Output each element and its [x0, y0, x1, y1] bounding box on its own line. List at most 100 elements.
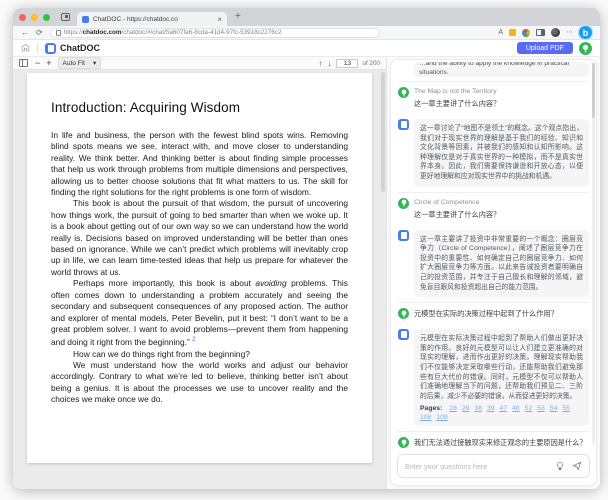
lock-icon	[56, 30, 61, 36]
window-zoom-button[interactable]	[43, 14, 50, 21]
extension-yellow-icon[interactable]	[509, 29, 516, 36]
chat-question: 我们无法通过接触现实来修正观念的主要原因是什么？	[398, 431, 589, 449]
chat-answer-partial: …and the ability to apply the knowledge …	[414, 62, 589, 77]
reading-mode-icon[interactable]: A	[498, 29, 503, 37]
zoom-mode-dropdown[interactable]: Auto Fit ▾	[58, 57, 102, 69]
document-paragraph: Perhaps more importantly, this book is a…	[51, 278, 348, 348]
document-paragraph: We must understand how the world works a…	[51, 360, 348, 406]
chat-scrollbar[interactable]	[592, 63, 595, 445]
page-total-label: of 200	[362, 60, 380, 67]
tab-overview-icon[interactable]	[61, 13, 70, 21]
page-link[interactable]: 109	[436, 414, 447, 421]
chevron-down-icon: ▾	[93, 59, 96, 67]
chatdoc-bot-icon	[398, 119, 409, 130]
page-link[interactable]: 28	[449, 405, 457, 412]
lightbulb-avatar-icon[interactable]	[579, 42, 592, 55]
chat-pane: …and the ability to apply the knowledge …	[387, 57, 600, 489]
url-host: chatdoc.com	[83, 29, 122, 36]
browser-profile-badge[interactable]: b	[579, 26, 592, 39]
profile-avatar[interactable]	[551, 28, 560, 37]
previous-page-button[interactable]: ↑	[318, 59, 322, 68]
document-paragraph: In life and business, the person with th…	[51, 130, 348, 198]
question-text: 元模型在实际的决策过程中起到了什么作用？	[414, 309, 589, 319]
page-link[interactable]: 29	[462, 405, 470, 412]
window-minimize-button[interactable]	[31, 14, 38, 21]
footnote-link[interactable]: 2	[192, 337, 195, 343]
chat-question: Circle of Competence 这一章主要讲了什么内容？	[398, 192, 589, 225]
browser-window: ChatDOC - https://chatdoc.co × + ← ⟳ htt…	[13, 8, 600, 489]
pdf-scrollbar[interactable]	[381, 72, 385, 192]
page-link[interactable]: 53	[537, 405, 545, 412]
address-bar[interactable]: https://chatdoc.com/chatdoc/#/chat/5a607…	[50, 28, 380, 38]
answer-text: 这一章主要讲了投资中非常重要的一个概念：圈层竞争力（Circle of Comp…	[420, 235, 583, 293]
page-number-input[interactable]	[336, 59, 358, 68]
url-scheme: https://	[64, 29, 83, 36]
page-link[interactable]: 108	[420, 414, 431, 421]
answer-pages: Pages: 28 29 38 39 47 48 52 53 54 55 108 109	[420, 405, 583, 421]
answer-text: 元模型在实际决策过程中起到了帮助人们做出更好决策的作用。良好的元模型可以让人们建…	[420, 334, 583, 401]
zoom-out-button[interactable]: −	[35, 59, 40, 68]
zoom-mode-value: Auto Fit	[63, 60, 85, 67]
tab-favicon	[82, 16, 89, 23]
question-lightbulb-icon	[398, 308, 409, 319]
browser-toolbar: ← ⟳ https://chatdoc.com/chatdoc/#/chat/5…	[13, 26, 600, 40]
pdf-viewport[interactable]: Introduction: Acquiring Wisdom In life a…	[13, 70, 386, 489]
browser-extension-icons: A ⋯ b	[498, 26, 592, 39]
question-text: 这一章主要讲了什么内容？	[414, 210, 589, 220]
question-text: 这一章主要讲了什么内容？	[414, 99, 589, 109]
pdf-toolbar: − + Auto Fit ▾ ↑ ↓ of 200	[13, 57, 386, 70]
tab-title: ChatDOC - https://chatdoc.co	[93, 16, 213, 23]
chat-answer: 这一章主要讲了投资中非常重要的一个概念：圈层竞争力（Circle of Comp…	[398, 225, 589, 303]
pdf-pane: − + Auto Fit ▾ ↑ ↓ of 200 Introduction: …	[13, 57, 387, 489]
chat-input-area	[391, 449, 596, 485]
suggest-lightbulb-icon[interactable]	[555, 461, 565, 471]
send-icon[interactable]	[572, 461, 582, 471]
pdf-page: Introduction: Acquiring Wisdom In life a…	[27, 73, 372, 463]
question-input[interactable]	[405, 462, 548, 471]
next-page-button[interactable]: ↓	[327, 59, 331, 68]
chat-answer: 元模型在实际决策过程中起到了帮助人们做出更好决策的作用。良好的元模型可以让人们建…	[398, 324, 589, 431]
side-panel-icon[interactable]	[536, 29, 545, 36]
reload-icon[interactable]: ⟳	[36, 28, 43, 37]
page-link[interactable]: 47	[500, 405, 508, 412]
header-divider	[37, 43, 38, 53]
new-tab-button[interactable]: +	[235, 12, 241, 22]
question-source-title: Circle of Competence	[414, 199, 589, 206]
page-link[interactable]: 52	[525, 405, 533, 412]
answer-text: 这一章讨论了“地图不是领土”的概念。这个观点指出，我们对于现实世界的理解是基于我…	[420, 124, 583, 182]
back-icon[interactable]: ←	[21, 28, 29, 37]
browser-tab-strip: ChatDOC - https://chatdoc.co × +	[13, 8, 600, 26]
chatdoc-bot-icon	[398, 329, 409, 340]
chat-question: 元模型在实际的决策过程中起到了什么作用？	[398, 302, 589, 324]
question-lightbulb-icon	[398, 87, 409, 98]
chat-card: …and the ability to apply the knowledge …	[390, 59, 597, 486]
document-paragraph: How can we do things right from the begi…	[51, 349, 348, 360]
question-lightbulb-icon	[398, 198, 409, 209]
question-source-title: The Map is not the Territory	[414, 88, 589, 95]
chat-question: The Map is not the Territory 这一章主要讲了什么内容…	[398, 81, 589, 114]
document-paragraph: This book is about the pursuit of that w…	[51, 198, 348, 278]
question-lightbulb-icon	[398, 437, 409, 448]
sidebar-toggle-icon[interactable]	[19, 59, 28, 67]
chat-answer: 这一章讨论了“地图不是领土”的概念。这个观点指出，我们对于现实世界的理解是基于我…	[398, 114, 589, 192]
browser-tab[interactable]: ChatDOC - https://chatdoc.co ×	[77, 12, 227, 26]
pages-label: Pages:	[420, 405, 442, 412]
more-menu-icon[interactable]: ⋯	[566, 29, 573, 37]
url-path: /chatdoc/#/chat/5a607fa6-8cda-41d4-97fc-…	[121, 29, 281, 36]
window-close-button[interactable]	[19, 14, 26, 21]
extension-circle-icon[interactable]	[522, 29, 530, 37]
page-link[interactable]: 55	[562, 405, 570, 412]
page-link[interactable]: 48	[512, 405, 520, 412]
app-header: ChatDOC Upload PDF	[13, 40, 600, 57]
upload-pdf-button[interactable]: Upload PDF	[517, 42, 573, 54]
home-icon[interactable]	[21, 43, 30, 54]
zoom-in-button[interactable]: +	[46, 59, 51, 68]
page-link[interactable]: 39	[487, 405, 495, 412]
chatdoc-logo-icon	[45, 43, 56, 54]
question-text: 我们无法通过接触现实来修正观念的主要原因是什么？	[414, 438, 589, 448]
app-name: ChatDOC	[60, 43, 100, 53]
page-link[interactable]: 38	[474, 405, 482, 412]
page-link[interactable]: 54	[550, 405, 558, 412]
chatdoc-bot-icon	[398, 230, 409, 241]
tab-close-icon[interactable]: ×	[217, 16, 222, 23]
